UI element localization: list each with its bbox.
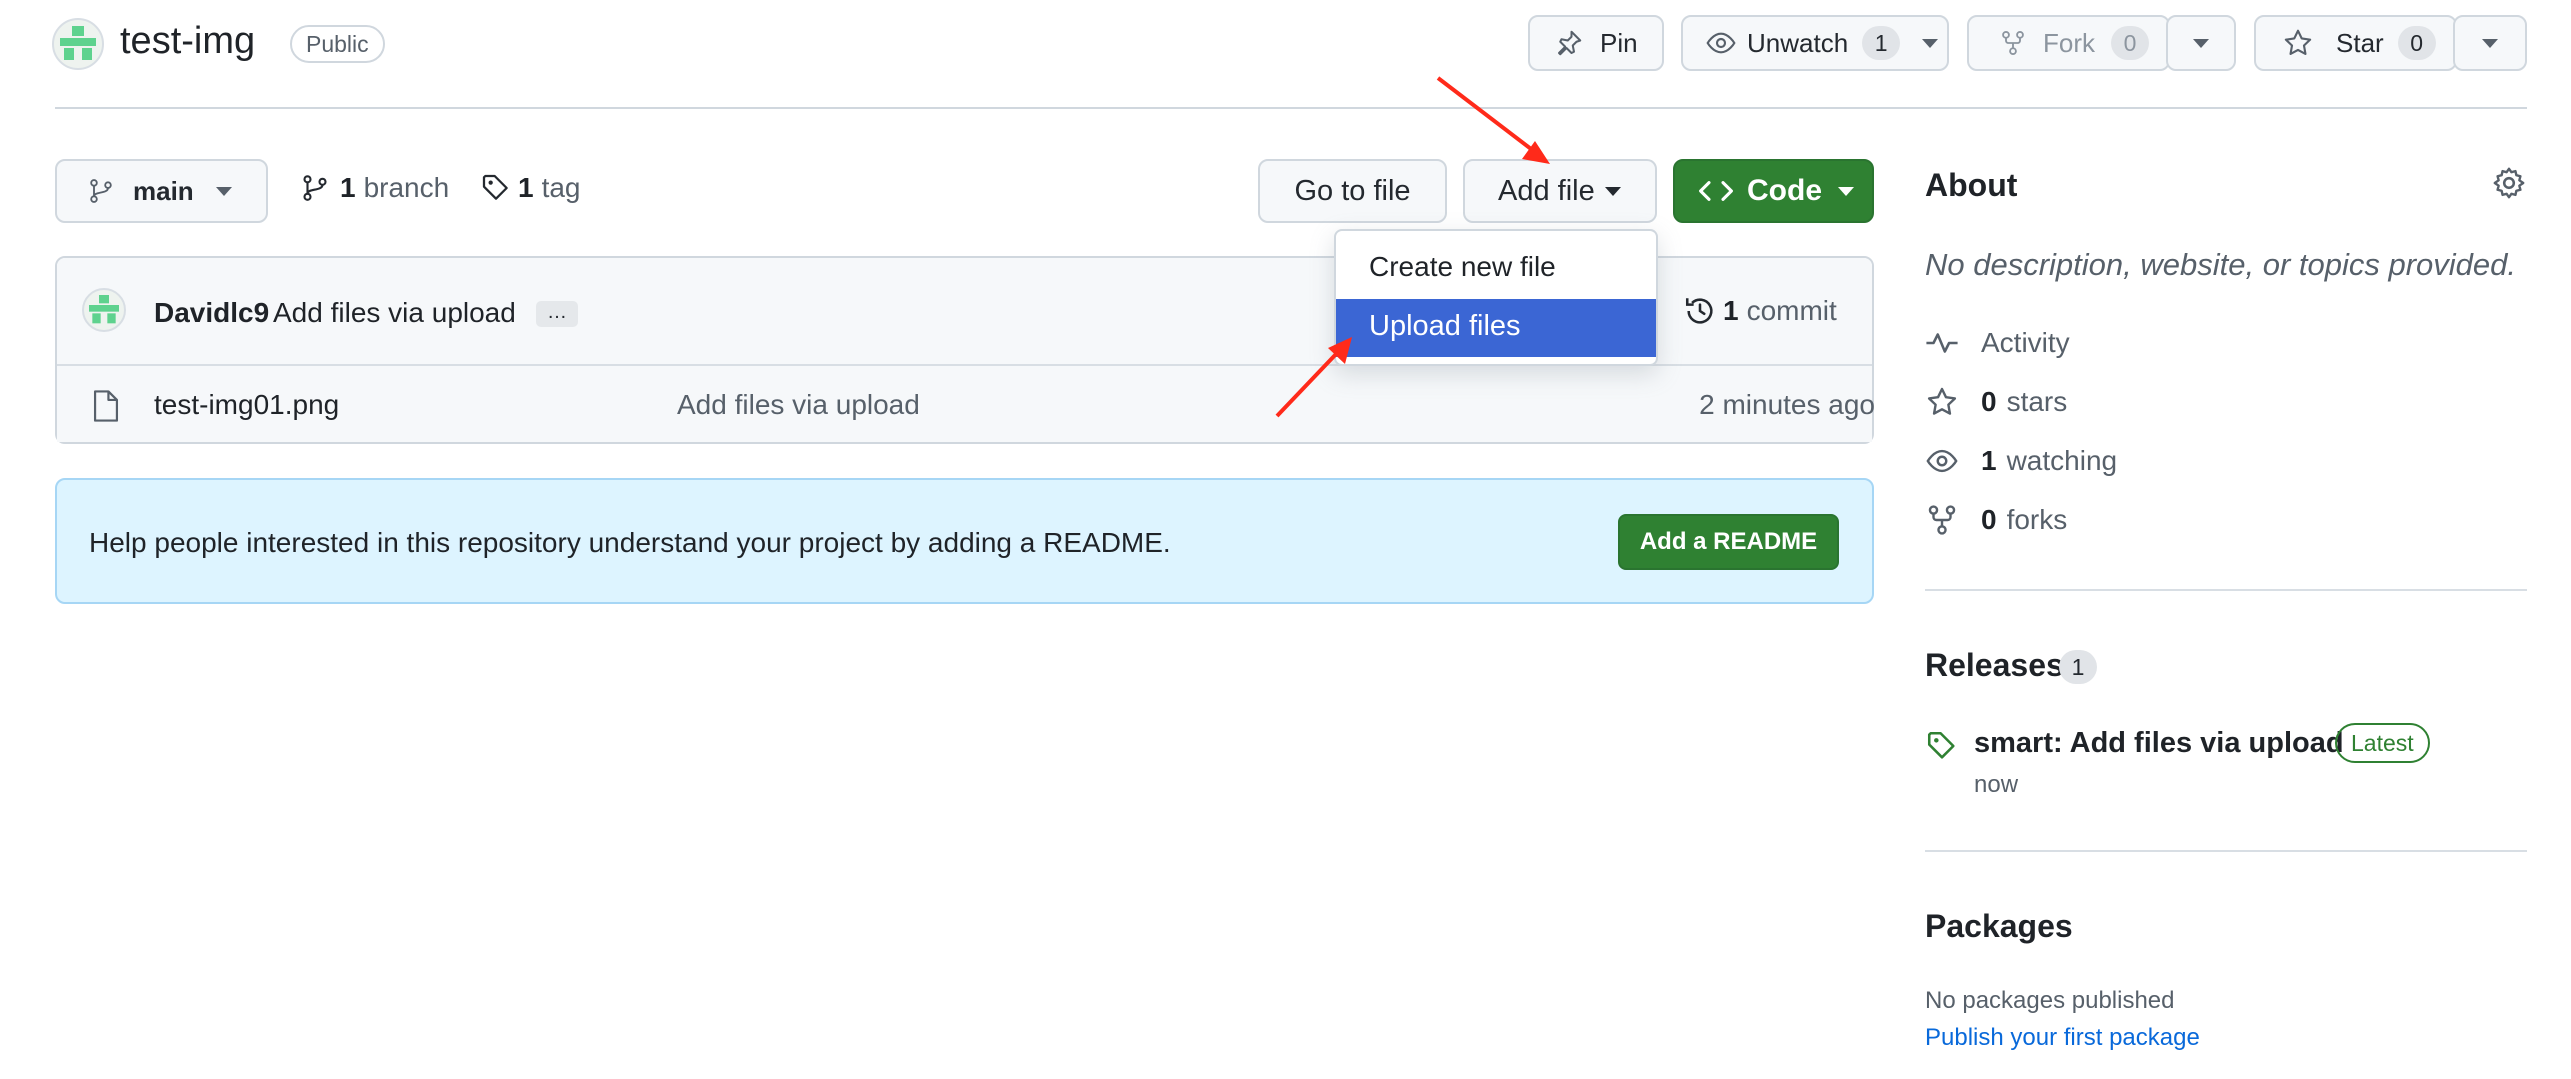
commit-count: 1 — [1723, 295, 1739, 326]
file-commit-message[interactable]: Add files via upload — [677, 389, 920, 421]
chevron-down-icon[interactable] — [1922, 38, 1939, 48]
chevron-down-icon — [2193, 38, 2209, 48]
eye-icon — [1926, 449, 1958, 473]
watching-link[interactable]: 1 watching — [1925, 444, 2117, 478]
activity-label: Activity — [1981, 327, 2070, 358]
visibility-badge: Public — [290, 25, 385, 63]
chevron-down-icon — [215, 186, 232, 196]
pin-button[interactable]: Pin — [1528, 15, 1664, 71]
fork-icon — [1928, 505, 1956, 535]
menu-item-upload-files-label: Upload files — [1369, 310, 1521, 342]
author-avatar[interactable] — [82, 288, 126, 332]
history-icon — [1685, 298, 1713, 324]
stars-label: stars — [2006, 386, 2068, 417]
file-name-link[interactable]: test-img01.png — [154, 389, 339, 421]
tag-icon — [482, 174, 508, 200]
add-file-button[interactable]: Add file — [1463, 159, 1657, 223]
releases-title[interactable]: Releases — [1925, 647, 2064, 684]
repo-identicon — [89, 295, 119, 324]
forks-count: 0 — [1981, 504, 1997, 535]
branches-link[interactable]: 1 branch — [300, 172, 449, 204]
go-to-file-button[interactable]: Go to file — [1258, 159, 1447, 223]
branch-icon — [303, 175, 327, 201]
fork-button[interactable]: Fork 0 — [1967, 15, 2170, 71]
unwatch-label: Unwatch — [1747, 27, 1849, 58]
file-icon — [93, 390, 119, 422]
latest-release-link[interactable]: smart: Add files via upload — [1974, 727, 2344, 760]
readme-banner-text: Help people interested in this repositor… — [89, 527, 1171, 558]
commit-ellipsis-button[interactable]: … — [536, 301, 578, 327]
chevron-down-icon — [1838, 186, 1854, 196]
pin-icon — [1558, 30, 1582, 56]
repo-identicon — [60, 26, 96, 60]
code-icon — [1699, 181, 1733, 201]
add-readme-button[interactable]: Add a README — [1618, 514, 1839, 570]
header-divider — [55, 107, 2527, 109]
about-description: No description, website, or topics provi… — [1925, 247, 2517, 282]
repo-name[interactable]: test-img — [120, 20, 255, 63]
repo-avatar[interactable] — [52, 18, 104, 70]
tag-label: tag — [541, 172, 581, 203]
packages-title[interactable]: Packages — [1925, 908, 2073, 945]
code-button[interactable]: Code — [1673, 159, 1874, 223]
pulse-icon — [1926, 333, 1958, 353]
star-count: 0 — [2397, 26, 2436, 60]
branch-name: main — [133, 175, 194, 206]
eye-icon — [1706, 32, 1736, 54]
branch-select-button[interactable]: main — [55, 159, 268, 223]
gear-icon[interactable] — [2491, 165, 2527, 201]
forks-label: forks — [2006, 504, 2068, 535]
publish-package-link[interactable]: Publish your first package — [1925, 1024, 2200, 1052]
commit-author[interactable]: Davidlc9 — [154, 297, 269, 329]
forks-link[interactable]: 0 forks — [1925, 503, 2067, 537]
branch-count: 1 — [340, 172, 356, 203]
fork-icon — [2002, 30, 2024, 56]
releases-count: 1 — [2059, 650, 2097, 684]
commit-message[interactable]: Add files via upload — [273, 297, 516, 329]
commits-link[interactable]: 1 commit — [1683, 294, 1837, 328]
star-label: Star — [2336, 27, 2384, 58]
watching-label: watching — [2006, 445, 2118, 476]
add-file-label: Add file — [1498, 174, 1595, 207]
star-dropdown-button[interactable] — [2453, 15, 2527, 71]
latest-release-time: now — [1974, 771, 2019, 798]
stars-count: 0 — [1981, 386, 1997, 417]
tags-link[interactable]: 1 tag — [480, 172, 581, 204]
watching-count: 1 — [1981, 445, 1997, 476]
sidebar-divider — [1925, 589, 2527, 591]
commit-label: commit — [1746, 295, 1837, 326]
unwatch-button[interactable]: Unwatch 1 — [1681, 15, 1949, 71]
add-file-menu: Create new file Upload files — [1334, 229, 1658, 366]
tag-icon — [1927, 731, 1955, 759]
annotation-arrow-to-add-file — [1436, 76, 1550, 164]
star-icon — [2284, 29, 2312, 55]
unwatch-count: 1 — [1862, 26, 1901, 60]
about-title: About — [1925, 167, 2018, 203]
star-button[interactable]: Star 0 — [2254, 15, 2457, 71]
stars-link[interactable]: 0 stars — [1925, 385, 2067, 419]
fork-label: Fork — [2043, 27, 2095, 58]
go-to-file-label: Go to file — [1294, 174, 1411, 207]
fork-count: 0 — [2111, 26, 2149, 60]
chevron-down-icon — [2482, 38, 2498, 48]
packages-empty-text: No packages published — [1925, 987, 2175, 1014]
star-icon — [1927, 387, 1957, 415]
file-commit-age: 2 minutes ago — [1699, 389, 1875, 420]
chevron-down-icon — [1604, 186, 1621, 196]
latest-badge: Latest — [2335, 723, 2430, 763]
menu-item-create-new-file[interactable]: Create new file — [1369, 251, 1556, 283]
code-label: Code — [1747, 174, 1822, 207]
branch-icon — [90, 179, 112, 203]
activity-link[interactable]: Activity — [1925, 326, 2070, 360]
sidebar-divider — [1925, 850, 2527, 852]
tag-count: 1 — [518, 172, 534, 203]
branch-label: branch — [363, 172, 450, 203]
fork-dropdown-button[interactable] — [2166, 15, 2236, 71]
pin-label: Pin — [1600, 27, 1638, 58]
